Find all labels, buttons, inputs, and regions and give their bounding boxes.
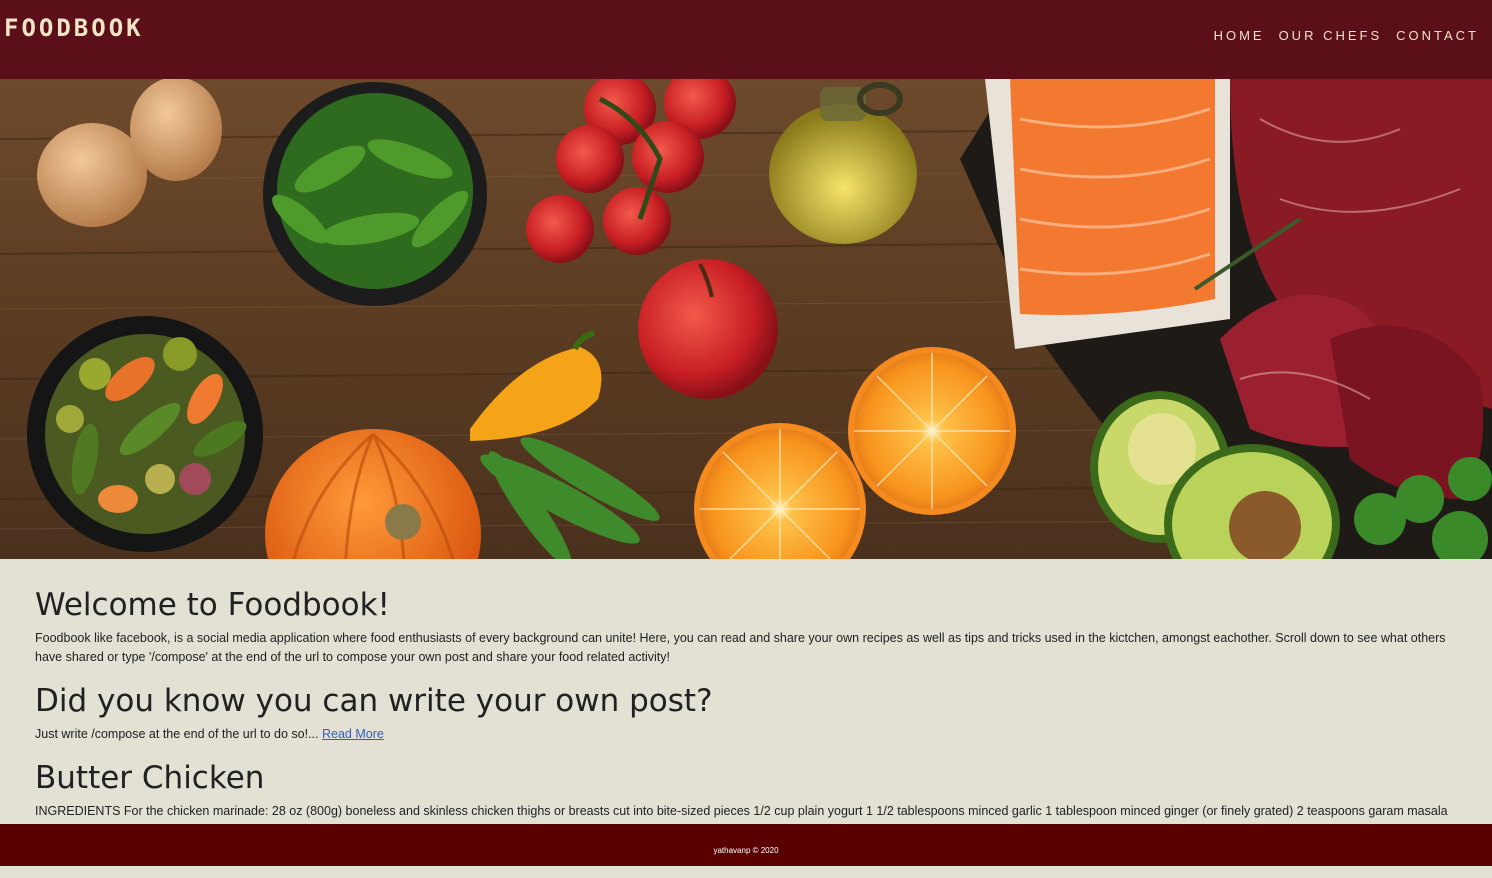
- post-excerpt-text: INGREDIENTS For the chicken marinade: 28…: [35, 804, 1448, 824]
- navbar: FOODBOOK HOME OUR CHEFS CONTACT: [0, 0, 1492, 79]
- main-content: Welcome to Foodbook! Foodbook like faceb…: [35, 559, 1455, 824]
- post-title: Butter Chicken: [35, 760, 265, 796]
- welcome-heading: Welcome to Foodbook!: [35, 587, 390, 623]
- post-title: Did you know you can write your own post…: [35, 683, 713, 719]
- brand-logo[interactable]: FOODBOOK: [4, 14, 144, 42]
- main-nav: HOME OUR CHEFS CONTACT: [1214, 28, 1479, 43]
- nav-link-contact[interactable]: CONTACT: [1396, 28, 1479, 43]
- post-excerpt: Just write /compose at the end of the ur…: [35, 725, 1455, 744]
- hero-banner-image: [0, 79, 1492, 559]
- nav-link-home[interactable]: HOME: [1214, 28, 1265, 43]
- footer: yathavanp © 2020: [0, 824, 1492, 866]
- read-more-link[interactable]: Read More: [322, 727, 384, 741]
- post-excerpt-text: Just write /compose at the end of the ur…: [35, 727, 319, 741]
- nav-link-our-chefs[interactable]: OUR CHEFS: [1279, 28, 1383, 43]
- copyright-text: yathavanp © 2020: [713, 846, 779, 855]
- food-illustration: [0, 79, 1492, 559]
- welcome-text: Foodbook like facebook, is a social medi…: [35, 631, 1446, 664]
